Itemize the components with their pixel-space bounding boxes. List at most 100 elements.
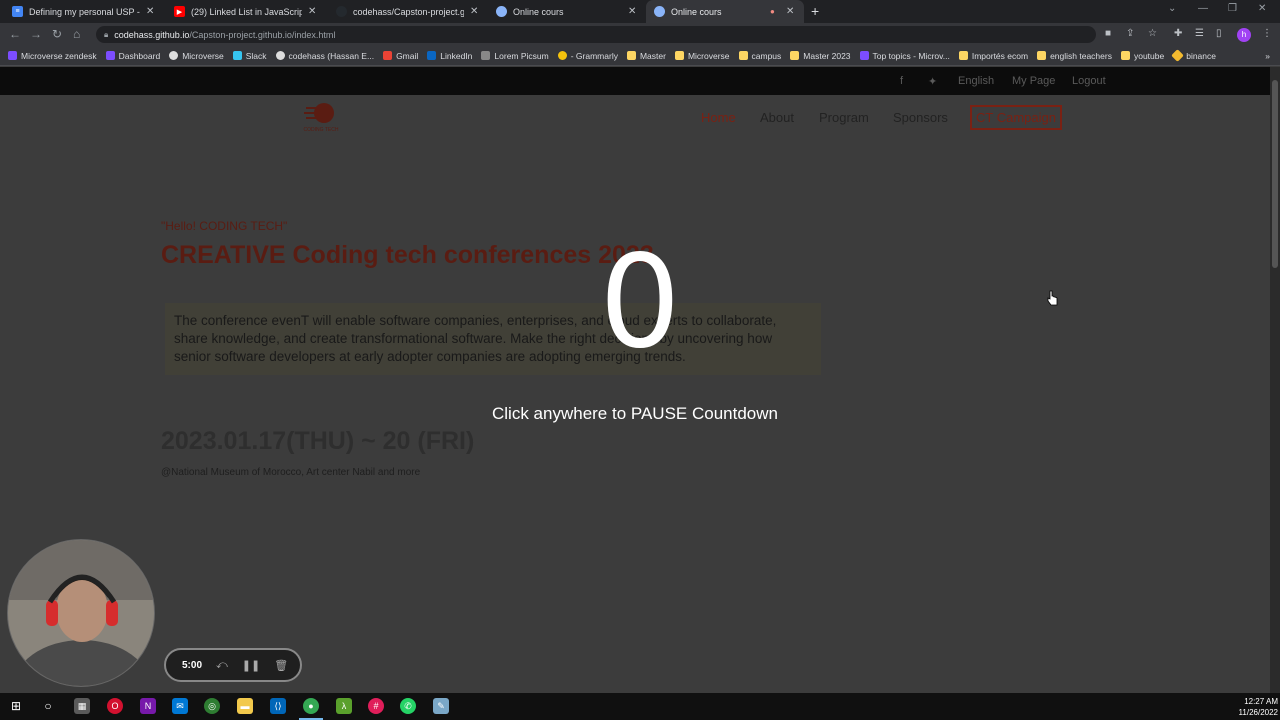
github-icon bbox=[169, 51, 179, 60]
facebook-icon[interactable]: f bbox=[900, 75, 903, 87]
bookmark-folder[interactable]: campus bbox=[738, 51, 781, 61]
address-bar[interactable]: 🔒︎ codehass.github.io /Capston-project.g… bbox=[96, 26, 1096, 43]
whatsapp-icon[interactable]: ✆ bbox=[400, 698, 416, 714]
github-icon bbox=[336, 6, 347, 17]
site-topbar: f ✦ English My Page Logout bbox=[0, 67, 1270, 95]
nav-campaign-button[interactable]: CT Campaign bbox=[970, 105, 1062, 130]
bookmark-folder[interactable]: Master 2023 bbox=[790, 51, 851, 61]
bookmark-folder[interactable]: Importés ecom bbox=[958, 51, 1028, 61]
nav-about[interactable]: About bbox=[760, 110, 794, 125]
bookmark-favicon-icon bbox=[481, 51, 491, 60]
folder-icon bbox=[1037, 51, 1047, 60]
logout-link[interactable]: Logout bbox=[1072, 75, 1106, 87]
docs-icon: ≡ bbox=[12, 6, 23, 17]
bookmark-item[interactable]: Microverse bbox=[169, 51, 224, 61]
bookmark-favicon-icon bbox=[105, 51, 115, 60]
linkedin-icon bbox=[427, 51, 437, 60]
bookmark-item[interactable]: Top topics - Microv... bbox=[859, 51, 950, 61]
bookmark-folder[interactable]: english teachers bbox=[1037, 51, 1112, 61]
nav-home[interactable]: Home bbox=[701, 110, 736, 125]
gmail-icon bbox=[383, 51, 393, 60]
nav-sponsors[interactable]: Sponsors bbox=[893, 110, 948, 125]
more-bookmarks-icon[interactable]: » bbox=[1265, 51, 1270, 61]
webcam-overlay bbox=[7, 539, 155, 687]
camtasia-icon[interactable]: ◎ bbox=[204, 698, 220, 714]
close-tab-icon[interactable]: ✕ bbox=[470, 6, 480, 17]
search-icon[interactable]: ○ bbox=[40, 698, 56, 714]
bookmark-item[interactable]: Slack bbox=[232, 51, 267, 61]
profile-avatar[interactable]: h bbox=[1237, 28, 1251, 42]
system-clock[interactable]: 12:27 AM 11/26/2022 bbox=[1226, 696, 1278, 718]
mail-icon[interactable]: ✉ bbox=[172, 698, 188, 714]
browser-tab[interactable]: codehass/Capston-project.github ✕ bbox=[328, 0, 488, 23]
extensions-icon[interactable]: ✚ bbox=[1174, 28, 1182, 39]
twitter-icon[interactable]: ✦ bbox=[928, 75, 937, 88]
close-tab-icon[interactable]: ✕ bbox=[786, 6, 796, 17]
recording-timer: 5:00 bbox=[182, 659, 203, 671]
bookmark-item[interactable]: codehass (Hassan E... bbox=[275, 51, 374, 61]
menu-icon[interactable]: ⋮ bbox=[1262, 28, 1272, 39]
close-tab-icon[interactable]: ✕ bbox=[628, 6, 638, 17]
lambda-app-icon[interactable]: λ bbox=[336, 698, 352, 714]
bookmark-favicon-icon bbox=[859, 51, 869, 60]
slack-icon[interactable]: # bbox=[368, 698, 384, 714]
bookmark-item[interactable]: - Grammarly bbox=[557, 51, 618, 61]
event-venue: @National Museum of Morocco, Art center … bbox=[161, 467, 421, 478]
globe-icon bbox=[496, 6, 507, 17]
web-page: f ✦ English My Page Logout CODING TECH H… bbox=[0, 67, 1270, 693]
bookmark-item[interactable]: Lorem Picsum bbox=[481, 51, 549, 61]
language-link[interactable]: English bbox=[958, 75, 994, 87]
nav-program[interactable]: Program bbox=[819, 110, 869, 125]
new-tab-icon[interactable]: + bbox=[811, 3, 819, 19]
reading-list-icon[interactable]: ☰ bbox=[1195, 28, 1204, 39]
vscode-icon[interactable]: ⟨⟩ bbox=[270, 698, 286, 714]
opera-icon[interactable]: O bbox=[107, 698, 123, 714]
browser-tab[interactable]: ≡ Defining my personal USP - Goo ✕ bbox=[4, 0, 164, 23]
bookmark-folder[interactable]: youtube bbox=[1120, 51, 1164, 61]
bookmark-item[interactable]: Gmail bbox=[383, 51, 418, 61]
mypage-link[interactable]: My Page bbox=[1012, 75, 1055, 87]
close-tab-icon[interactable]: ✕ bbox=[308, 6, 318, 17]
bookmark-item[interactable]: Dashboard bbox=[105, 51, 160, 61]
tab-search-icon[interactable]: ⌄ bbox=[1168, 3, 1176, 14]
folder-icon bbox=[790, 51, 800, 60]
site-logo[interactable]: CODING TECH bbox=[296, 101, 346, 133]
minimize-icon[interactable]: — bbox=[1198, 3, 1208, 14]
bookmark-folder[interactable]: Microverse bbox=[674, 51, 730, 61]
windows-start-icon[interactable]: ⊞ bbox=[8, 698, 24, 714]
binance-icon bbox=[1171, 49, 1185, 62]
bookmark-item[interactable]: binance bbox=[1171, 49, 1216, 62]
bookmark-item[interactable]: Microverse zendesk bbox=[8, 51, 97, 61]
chrome-icon[interactable]: ● bbox=[299, 698, 323, 720]
folder-icon bbox=[1120, 51, 1130, 60]
trash-icon[interactable]: 🗑︎ bbox=[274, 659, 288, 672]
bookmark-folder[interactable]: Master bbox=[626, 51, 666, 61]
hand-cursor-icon bbox=[1047, 290, 1058, 306]
browser-tab-strip: ≡ Defining my personal USP - Goo ✕ ▶ (29… bbox=[0, 0, 1280, 23]
home-icon[interactable]: ⌂ bbox=[73, 27, 80, 41]
share-icon[interactable]: ⇪ bbox=[1126, 28, 1134, 39]
pause-icon[interactable]: ❚❚ bbox=[242, 659, 260, 672]
browser-tab[interactable]: Online cours ✕ bbox=[488, 0, 646, 23]
logo-text: CODING TECH bbox=[304, 127, 339, 133]
notepad-icon[interactable]: ✎ bbox=[433, 698, 449, 714]
reload-icon[interactable]: ↻ bbox=[52, 27, 62, 41]
bookmark-star-icon[interactable]: ☆ bbox=[1148, 28, 1157, 39]
back-icon[interactable]: ← bbox=[9, 27, 21, 41]
close-window-icon[interactable]: ✕ bbox=[1258, 3, 1266, 14]
countdown-number[interactable]: 0 bbox=[560, 238, 720, 368]
browser-tab[interactable]: ▶ (29) Linked List in JavaScript for B ✕ bbox=[166, 0, 326, 23]
maximize-icon[interactable]: ❐ bbox=[1228, 3, 1237, 14]
event-dates: 2023.01.17(THU) ~ 20 (FRI) bbox=[161, 427, 475, 455]
scrollbar-thumb[interactable] bbox=[1272, 80, 1278, 268]
file-explorer-icon[interactable]: ▬ bbox=[237, 698, 253, 714]
undo-icon[interactable]: ⤺ bbox=[216, 659, 228, 672]
forward-icon[interactable]: → bbox=[30, 27, 42, 41]
store-icon[interactable]: ▦ bbox=[74, 698, 90, 714]
camera-icon[interactable]: ■ bbox=[1105, 28, 1111, 39]
browser-tab-active[interactable]: Online cours ● ✕ bbox=[646, 0, 804, 23]
onenote-icon[interactable]: N bbox=[140, 698, 156, 714]
close-tab-icon[interactable]: ✕ bbox=[146, 6, 156, 17]
bookmark-item[interactable]: LinkedIn bbox=[427, 51, 472, 61]
side-panel-icon[interactable]: ▯ bbox=[1216, 28, 1222, 39]
